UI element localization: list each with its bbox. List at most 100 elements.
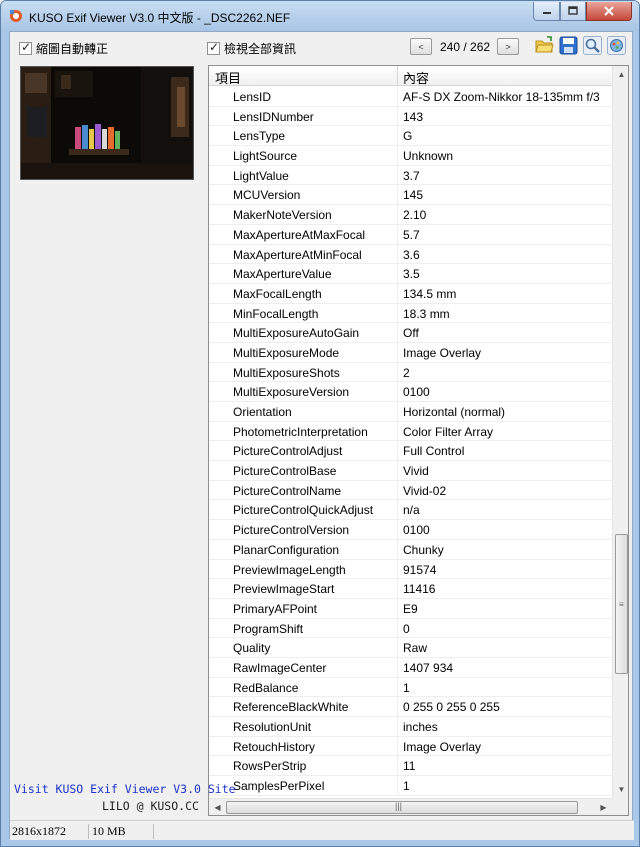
vertical-scroll-thumb[interactable]: ≡ (615, 534, 628, 674)
table-row[interactable]: MultiExposureMode Image Overlay (209, 342, 612, 363)
column-divider[interactable] (397, 66, 398, 86)
credit-text: LILO @ KUSO.CC (102, 799, 199, 813)
cell-divider (397, 224, 398, 244)
exif-tag-name: MakerNoteVersion (233, 208, 332, 223)
scroll-corner (612, 798, 628, 815)
folder-open-icon[interactable] (535, 36, 554, 55)
kuso-app-icon (10, 10, 22, 22)
table-row[interactable]: MaxFocalLength 134.5 mm (209, 283, 612, 304)
horizontal-scroll-thumb[interactable]: ||| (226, 801, 578, 814)
table-row[interactable]: MultiExposureVersion 0100 (209, 382, 612, 402)
show-all-check-icon[interactable] (207, 40, 220, 55)
table-row[interactable]: RetouchHistory Image Overlay (209, 736, 612, 757)
column-header-content[interactable]: 內容 (403, 68, 429, 87)
exif-tag-value: Raw (403, 641, 428, 656)
scroll-up-icon[interactable]: ▲ (613, 66, 628, 83)
exif-tag-value: 18.3 mm (403, 306, 450, 321)
table-row[interactable]: LensIDNumber 143 (209, 106, 612, 127)
table-row[interactable]: MaxApertureAtMinFocal 3.6 (209, 244, 612, 265)
maximize-icon (568, 6, 578, 15)
exif-table[interactable]: 項目 內容 LensID AF-S DX Zoom-Nikkor 18-135mm… (208, 65, 629, 816)
cell-divider (397, 539, 398, 559)
exif-tag-name: LensID (233, 90, 272, 104)
cell-divider (397, 342, 398, 362)
table-row[interactable]: LightValue 3.7 (209, 165, 612, 186)
exif-tag-name: PictureControlVersion (233, 523, 350, 538)
site-link[interactable]: Visit KUSO Exif Viewer V3.0 Site (14, 782, 236, 796)
table-row[interactable]: MinFocalLength 18.3 mm (209, 303, 612, 324)
table-row[interactable]: MultiExposureAutoGain Off (209, 323, 612, 343)
table-row[interactable]: RedBalance 1 (209, 677, 612, 698)
table-row[interactable]: PictureControlVersion 0100 (209, 520, 612, 540)
table-row[interactable]: LensType G (209, 126, 612, 147)
table-row[interactable]: PreviewImageLength 91574 (209, 559, 612, 580)
close-button[interactable] (586, 2, 632, 21)
exif-tag-value: 3.5 (403, 267, 420, 282)
file-size: 10 MB (90, 824, 154, 839)
maximize-button[interactable] (560, 2, 586, 21)
table-row[interactable]: ResolutionUnit inches (209, 717, 612, 737)
exif-tag-value: Unknown (403, 149, 454, 164)
cell-divider (397, 618, 398, 638)
prev-image-button[interactable]: < (410, 38, 432, 55)
table-row[interactable]: LensID AF-S DX Zoom-Nikkor 18-135mm f/3 (209, 87, 612, 107)
horizontal-scrollbar[interactable]: ◀ ||| ▶ (209, 798, 612, 815)
table-row[interactable]: LightSource Unknown (209, 146, 612, 166)
save-icon[interactable] (559, 36, 578, 55)
table-row[interactable]: PictureControlQuickAdjust n/a (209, 500, 612, 521)
settings-icon[interactable] (607, 36, 626, 55)
exif-tag-value: 3.6 (403, 247, 420, 262)
exif-tag-name: MCUVersion (233, 188, 301, 203)
auto-rotate-checkbox[interactable]: 縮圖自動轉正 (19, 40, 108, 57)
table-row[interactable]: RowsPerStrip 11 (209, 756, 612, 777)
cell-divider (397, 126, 398, 146)
table-row[interactable]: ProgramShift 0 (209, 618, 612, 639)
table-row[interactable]: MakerNoteVersion 2.10 (209, 205, 612, 225)
scroll-left-icon[interactable]: ◀ (209, 799, 226, 815)
table-row[interactable]: MaxApertureAtMaxFocal 5.7 (209, 224, 612, 245)
scroll-down-icon[interactable]: ▼ (613, 781, 628, 798)
exif-tag-name: MaxApertureAtMaxFocal (233, 227, 366, 242)
table-row[interactable]: Orientation Horizontal (normal) (209, 402, 612, 422)
next-image-button[interactable]: > (497, 38, 519, 55)
exif-tag-name: PictureControlName (233, 483, 342, 498)
table-row[interactable]: PictureControlAdjust Full Control (209, 441, 612, 462)
table-row[interactable]: PictureControlBase Vivid (209, 461, 612, 481)
table-row[interactable]: MCUVersion 145 (209, 185, 612, 206)
table-row[interactable]: ReferenceBlackWhite 0 255 0 255 0 255 (209, 697, 612, 717)
table-row[interactable]: PhotometricInterpretation Color Filter Ar… (209, 421, 612, 442)
table-row[interactable]: PictureControlName Vivid-02 (209, 480, 612, 501)
exif-tag-value: 11 (403, 759, 416, 774)
show-all-checkbox[interactable]: 檢視全部資訊 (207, 40, 296, 57)
exif-tag-value: 1407 934 (403, 660, 454, 675)
auto-rotate-check-icon[interactable] (19, 40, 32, 55)
table-row[interactable]: PlanarConfiguration Chunky (209, 539, 612, 560)
table-row[interactable]: PrimaryAFPoint E9 (209, 598, 612, 619)
table-body: LensID AF-S DX Zoom-Nikkor 18-135mm f/3 Le… (209, 87, 612, 796)
scroll-right-icon[interactable]: ▶ (595, 799, 612, 815)
table-row[interactable]: Quality Raw (209, 638, 612, 658)
table-row[interactable]: MaxApertureValue 3.5 (209, 264, 612, 284)
exif-tag-name: PhotometricInterpretation (233, 424, 368, 439)
exif-tag-name: SamplesPerPixel (233, 779, 325, 794)
exif-tag-name: ProgramShift (233, 621, 304, 636)
column-header-item[interactable]: 項目 (215, 68, 241, 87)
table-row[interactable]: RawImageCenter 1407 934 (209, 657, 612, 678)
cell-divider (397, 697, 398, 716)
exif-tag-value: 2.10 (403, 208, 427, 223)
table-row[interactable]: MultiExposureShots 2 (209, 362, 612, 383)
minimize-button[interactable] (533, 2, 560, 21)
cell-divider (397, 500, 398, 520)
table-row[interactable]: SamplesPerPixel 1 (209, 776, 612, 796)
exif-tag-name: PreviewImageLength (233, 562, 346, 577)
magnifier-icon[interactable] (583, 36, 602, 55)
table-row[interactable]: PreviewImageStart 11416 (209, 579, 612, 599)
exif-tag-value: G (403, 129, 413, 144)
cell-divider (397, 303, 398, 323)
vertical-scrollbar[interactable]: ▲ ≡ ▼ (612, 66, 628, 798)
title-bar[interactable]: KUSO Exif Viewer V3.0 中文版 - _DSC2262.NEF (1, 1, 639, 31)
cell-divider (397, 146, 398, 165)
exif-tag-name: PreviewImageStart (233, 582, 335, 597)
grip-icon: ≡ (619, 600, 624, 609)
show-all-label: 檢視全部資訊 (224, 42, 297, 56)
